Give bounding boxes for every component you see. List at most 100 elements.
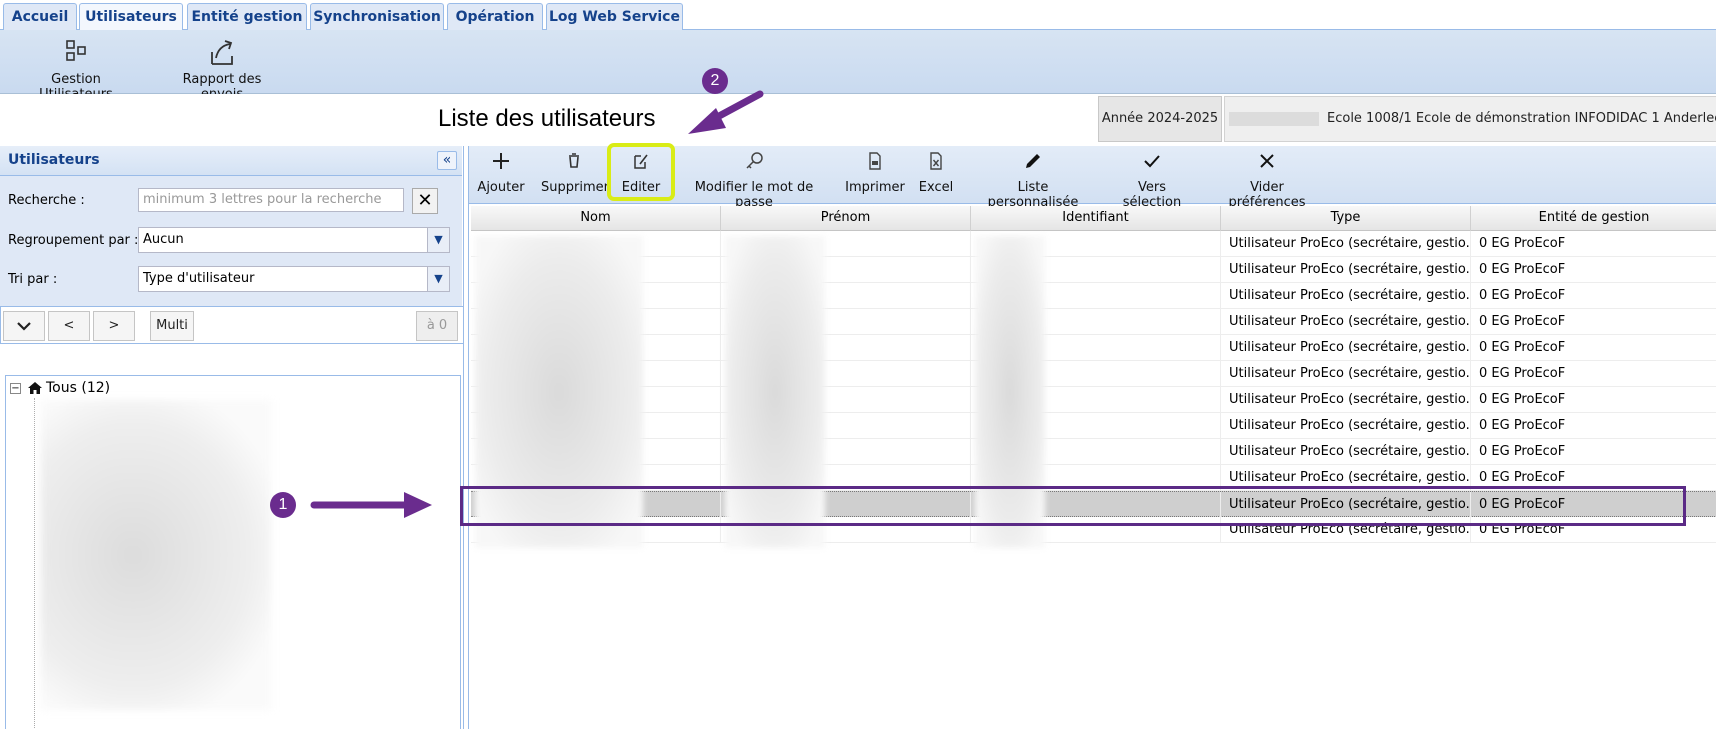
excel-icon — [930, 152, 942, 170]
chevron-down-icon — [17, 321, 31, 331]
page-title: Liste des utilisateurs — [438, 105, 656, 132]
search-input[interactable]: minimum 3 lettres pour la recherche — [138, 188, 404, 212]
entity-cell[interactable]: 0 EG ProEcoF — [1471, 283, 1716, 309]
report-export-icon — [211, 40, 233, 65]
type-cell[interactable]: Utilisateur ProEco (secrétaire, gestio..… — [1221, 387, 1471, 413]
delete-label: Supprimer — [541, 180, 609, 195]
tree-root-label: Tous (12) — [46, 380, 111, 396]
edit-highlight — [607, 143, 675, 201]
redacted-block — [1229, 111, 1319, 126]
entity-cell[interactable]: 0 EG ProEcoF — [1471, 257, 1716, 283]
tab-entite-gestion[interactable]: Entité gestion — [187, 3, 307, 30]
type-cell[interactable]: Utilisateur ProEco (secrétaire, gestio..… — [1221, 231, 1471, 257]
type-cell[interactable]: Utilisateur ProEco (secrétaire, gestio..… — [1221, 309, 1471, 335]
tab-log-web-service[interactable]: Log Web Service — [546, 3, 683, 30]
collapse-node-icon[interactable]: − — [10, 382, 21, 394]
delete-button[interactable]: Supprimer — [541, 150, 609, 195]
sort-by-select[interactable]: Type d'utilisateur ▼ — [138, 266, 450, 292]
table-row[interactable]: Utilisateur ProEco (secrétaire, gestio..… — [471, 257, 1716, 283]
type-cell[interactable]: Utilisateur ProEco (secrétaire, gestio..… — [1221, 257, 1471, 283]
column-header-identifiant[interactable]: Identifiant — [971, 206, 1221, 231]
entity-cell[interactable]: 0 EG ProEcoF — [1471, 335, 1716, 361]
expand-down-button[interactable] — [3, 311, 45, 341]
tab-bar: Accueil Utilisateurs Entité gestion Sync… — [0, 0, 1716, 31]
selected-row-highlight — [460, 486, 1686, 526]
checkmark-icon — [1144, 155, 1160, 168]
table-row[interactable]: Utilisateur ProEco (secrétaire, gestio..… — [471, 231, 1716, 257]
to-selection-button[interactable]: Vers sélection — [1109, 150, 1195, 210]
table-row[interactable]: Utilisateur ProEco (secrétaire, gestio..… — [471, 387, 1716, 413]
chevron-down-icon[interactable]: ▼ — [427, 267, 449, 291]
excel-button[interactable]: Excel — [915, 150, 957, 195]
clear-search-button[interactable]: ✕ — [412, 188, 438, 214]
pencil-icon — [1026, 154, 1040, 168]
collapse-panel-icon[interactable]: « — [437, 151, 457, 170]
column-header-entite[interactable]: Entité de gestion — [1471, 206, 1716, 231]
entity-cell[interactable]: 0 EG ProEcoF — [1471, 413, 1716, 439]
school-name: Ecole 1008/1 Ecole de démonstration INFO… — [1327, 111, 1716, 126]
entity-cell[interactable]: 0 EG ProEcoF — [1471, 361, 1716, 387]
navigation-row: < > Multi à 0 — [0, 306, 464, 344]
title-row: Liste des utilisateurs Année 2024-2025 E… — [0, 94, 1716, 144]
entity-cell[interactable]: 0 EG ProEcoF — [1471, 439, 1716, 465]
trash-icon — [569, 153, 579, 168]
tab-synchronisation[interactable]: Synchronisation — [310, 3, 444, 30]
table-row[interactable]: Utilisateur ProEco (secrétaire, gestio..… — [471, 361, 1716, 387]
column-header-prenom[interactable]: Prénom — [721, 206, 971, 231]
column-header-nom[interactable]: Nom — [471, 206, 721, 231]
add-label: Ajouter — [477, 180, 525, 195]
tab-utilisateurs[interactable]: Utilisateurs — [79, 3, 183, 31]
home-icon — [28, 382, 42, 394]
school-year[interactable]: Année 2024-2025 — [1098, 96, 1222, 142]
table-row[interactable]: Utilisateur ProEco (secrétaire, gestio..… — [471, 413, 1716, 439]
annotation-arrow-2 — [688, 90, 764, 134]
school-info[interactable]: Ecole 1008/1 Ecole de démonstration INFO… — [1224, 96, 1716, 142]
left-panel-title: Utilisateurs — [8, 152, 100, 168]
rapport-envois-button[interactable]: Rapport des envois — [160, 38, 284, 102]
plus-icon — [493, 153, 509, 169]
excel-label: Excel — [918, 180, 954, 195]
next-button[interactable]: > — [93, 311, 135, 341]
search-label: Recherche : — [8, 193, 85, 208]
multi-button[interactable]: Multi — [150, 311, 194, 341]
grid-toolbar: Ajouter Supprimer Editer Modifier le mot… — [469, 143, 1716, 210]
entity-cell[interactable]: 0 EG ProEcoF — [1471, 387, 1716, 413]
chevron-down-icon[interactable]: ▼ — [427, 228, 449, 252]
filter-form: Recherche : minimum 3 lettres pour la re… — [0, 176, 462, 306]
sort-by-value: Type d'utilisateur — [143, 271, 255, 286]
print-button[interactable]: Imprimer — [845, 150, 905, 195]
tree-items-redacted — [41, 400, 271, 710]
entity-cell[interactable]: 0 EG ProEcoF — [1471, 309, 1716, 335]
print-icon — [869, 152, 881, 170]
group-by-select[interactable]: Aucun ▼ — [138, 227, 450, 253]
clear-preferences-button[interactable]: Vider préférences — [1213, 150, 1321, 210]
grid-header: Nom Prénom Identifiant Type Entité de ge… — [471, 206, 1716, 231]
print-label: Imprimer — [845, 180, 905, 195]
prev-button[interactable]: < — [48, 311, 90, 341]
change-password-button[interactable]: Modifier le mot de passe — [679, 150, 829, 210]
tab-accueil[interactable]: Accueil — [3, 3, 77, 30]
table-row[interactable]: Utilisateur ProEco (secrétaire, gestio..… — [471, 439, 1716, 465]
tab-operation[interactable]: Opération — [447, 3, 543, 30]
custom-list-button[interactable]: Liste personnalisée — [974, 150, 1092, 210]
table-row[interactable]: Utilisateur ProEco (secrétaire, gestio..… — [471, 309, 1716, 335]
key-icon — [746, 152, 763, 169]
type-cell[interactable]: Utilisateur ProEco (secrétaire, gestio..… — [1221, 283, 1471, 309]
type-cell[interactable]: Utilisateur ProEco (secrétaire, gestio..… — [1221, 413, 1471, 439]
table-row[interactable]: Utilisateur ProEco (secrétaire, gestio..… — [471, 283, 1716, 309]
ribbon: Gestion Utilisateurs Rapport des envois — [0, 30, 1716, 102]
group-by-value: Aucun — [143, 232, 184, 247]
users-manage-icon — [66, 40, 86, 61]
gestion-utilisateurs-button[interactable]: Gestion Utilisateurs — [14, 38, 138, 102]
type-cell[interactable]: Utilisateur ProEco (secrétaire, gestio..… — [1221, 361, 1471, 387]
column-header-type[interactable]: Type — [1221, 206, 1471, 231]
entity-cell[interactable]: 0 EG ProEcoF — [1471, 231, 1716, 257]
type-cell[interactable]: Utilisateur ProEco (secrétaire, gestio..… — [1221, 335, 1471, 361]
user-tree[interactable]: − Tous (12) — [5, 375, 461, 729]
annotation-badge-1: 1 — [270, 492, 296, 518]
add-button[interactable]: Ajouter — [477, 150, 525, 195]
table-row[interactable]: Utilisateur ProEco (secrétaire, gestio..… — [471, 335, 1716, 361]
type-cell[interactable]: Utilisateur ProEco (secrétaire, gestio..… — [1221, 439, 1471, 465]
tree-root-node[interactable]: − Tous (12) — [10, 380, 110, 398]
selection-count: à 0 — [416, 311, 458, 341]
